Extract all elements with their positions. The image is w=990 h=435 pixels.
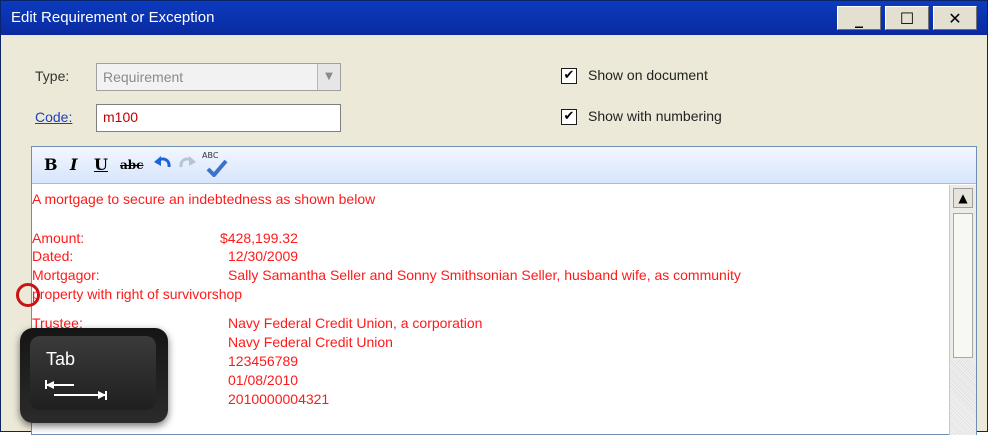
type-label: Type: bbox=[35, 68, 70, 84]
tab-key-label: Tab bbox=[46, 349, 76, 369]
italic-button[interactable]: I bbox=[70, 155, 77, 174]
type-select[interactable]: Requirement ▼ bbox=[96, 63, 341, 91]
checkmark-icon: ✔ bbox=[563, 68, 575, 83]
spell-check-icon bbox=[206, 159, 228, 177]
maximize-button[interactable]: ☐ bbox=[885, 6, 929, 30]
close-button[interactable]: ✕ bbox=[933, 6, 977, 30]
show-on-document-label: Show on document bbox=[588, 67, 708, 83]
chevron-down-icon: ▼ bbox=[317, 64, 340, 90]
intro-text: A mortgage to secure an indebtedness as … bbox=[32, 191, 376, 207]
trustee-value: Navy Federal Credit Union, a corporation bbox=[228, 315, 483, 331]
tab-key-graphic: Tab bbox=[20, 328, 168, 423]
tab-arrow-icon bbox=[45, 380, 107, 400]
dated-value: 12/30/2009 bbox=[228, 248, 299, 264]
redo-icon[interactable] bbox=[176, 153, 198, 175]
code-link[interactable]: Code: bbox=[35, 109, 72, 125]
edit-requirement-dialog: Edit Requirement or Exception _ ☐ ✕ Type… bbox=[0, 0, 988, 435]
mortgagor-value: Sally Samantha Seller and Sonny Smithson… bbox=[228, 267, 741, 283]
loan-number-value: 123456789 bbox=[228, 353, 299, 369]
recorded-date-value: 01/08/2010 bbox=[228, 372, 299, 388]
window-title: Edit Requirement or Exception bbox=[11, 9, 215, 26]
maximize-icon: ☐ bbox=[899, 9, 915, 28]
show-with-numbering-checkbox[interactable]: ✔ bbox=[561, 109, 577, 125]
vertical-scrollbar[interactable]: ▲ bbox=[949, 185, 976, 435]
bold-button[interactable]: B bbox=[44, 155, 58, 174]
scroll-thumb[interactable] bbox=[953, 213, 973, 358]
minimize-icon: _ bbox=[855, 9, 863, 28]
title-bar: Edit Requirement or Exception _ ☐ ✕ bbox=[1, 1, 987, 35]
checkmark-icon: ✔ bbox=[563, 109, 575, 124]
underline-button[interactable]: U bbox=[94, 155, 108, 174]
minimize-button[interactable]: _ bbox=[837, 6, 881, 30]
amount-label: Amount: bbox=[32, 230, 85, 246]
strikethrough-button[interactable]: abc bbox=[120, 158, 143, 172]
type-select-value: Requirement bbox=[103, 69, 184, 85]
beneficiary-value: Navy Federal Credit Union bbox=[228, 334, 393, 350]
editor-toolbar: B I U abc ABC bbox=[32, 147, 976, 184]
code-input[interactable]: m100 bbox=[96, 104, 341, 132]
scroll-track[interactable] bbox=[950, 360, 976, 435]
spell-check-button[interactable]: ABC bbox=[200, 151, 230, 179]
close-icon: ✕ bbox=[948, 9, 962, 28]
dated-label: Dated: bbox=[32, 248, 74, 264]
show-on-document-checkbox[interactable]: ✔ bbox=[561, 68, 577, 84]
scroll-up-icon[interactable]: ▲ bbox=[953, 188, 973, 208]
amount-value: $428,199.32 bbox=[220, 230, 298, 246]
cursor-highlight-circle bbox=[16, 283, 40, 307]
recording-number-value: 2010000004321 bbox=[228, 391, 330, 407]
tab-key-face: Tab bbox=[30, 336, 156, 410]
mortgagor-label: Mortgagor: bbox=[32, 267, 100, 283]
continuation-text: property with right of survivorshop bbox=[32, 286, 243, 302]
undo-icon[interactable] bbox=[152, 153, 174, 175]
show-with-numbering-label: Show with numbering bbox=[588, 108, 722, 124]
rich-text-editor: B I U abc ABC A mortgage to secure an in… bbox=[31, 146, 977, 435]
